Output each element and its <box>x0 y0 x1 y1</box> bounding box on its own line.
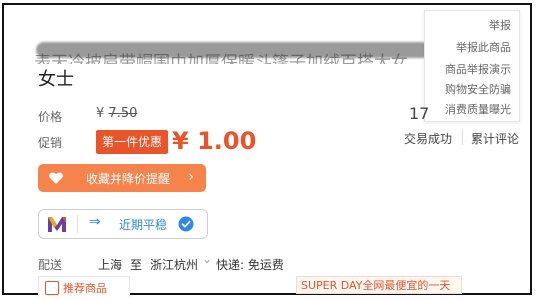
shipping-destination[interactable]: 浙江杭州 <box>150 256 198 273</box>
original-price-value: 7.50 <box>108 106 138 121</box>
sold-count: 17 <box>409 104 430 123</box>
recommend-icon <box>45 281 59 295</box>
price-trend-pill[interactable]: ⇒ 近期平稳 <box>38 209 208 239</box>
deals-count-link[interactable]: 交易成功 <box>404 130 452 147</box>
report-menu-item[interactable]: 举报此商品 <box>456 39 511 55</box>
original-price: ¥ 7.50 <box>96 106 137 121</box>
product-title-line2: 女士 <box>38 69 74 90</box>
shipping-label: 配送 <box>38 258 63 272</box>
promo-price: ¥ 1.00 <box>172 127 256 155</box>
stats-divider <box>462 129 463 145</box>
promo-badge: 第一件优惠 <box>96 130 168 154</box>
chevron-right-icon: › <box>188 169 194 185</box>
price-label: 价格 <box>38 110 63 124</box>
super-day-banner[interactable]: SUPER DAY全网最便宜的一天 <box>296 276 462 294</box>
product-title-fragment: 表天冷披肩带帽围巾加厚保暖斗篷子加绒百搭大女 <box>34 53 408 64</box>
report-menu-item[interactable]: 商品举报演示 <box>445 61 511 77</box>
chevron-down-icon[interactable]: ⌄ <box>202 252 212 266</box>
recommend-tab[interactable]: 推荐商品 <box>38 276 130 297</box>
reviews-count-link[interactable]: 累计评论 <box>471 130 519 147</box>
promo-label: 促销 <box>38 136 63 150</box>
m-logo-icon <box>48 217 66 232</box>
promo-currency: ¥ <box>172 127 189 155</box>
shipping-to-word: 至 <box>130 258 143 272</box>
favorite-price-alert-button[interactable]: 收藏并降价提醒 › <box>38 164 206 192</box>
report-dropdown: 举报 举报此商品 商品举报演示 购物安全防骗 消费质量曝光 <box>424 10 520 122</box>
recommend-label: 推荐商品 <box>63 282 107 295</box>
shipping-from: 上海 <box>98 258 123 272</box>
check-circle-icon <box>178 216 194 232</box>
trend-divider <box>77 215 78 233</box>
promo-price-value: 1.00 <box>197 127 257 155</box>
shipping-method: 快递: 免运费 <box>216 258 284 272</box>
heart-icon <box>49 172 63 184</box>
report-menu-item[interactable]: 举报 <box>489 17 511 33</box>
report-menu-item[interactable]: 消费质量曝光 <box>445 101 511 117</box>
report-menu-item[interactable]: 购物安全防骗 <box>445 81 511 97</box>
trend-label: 近期平稳 <box>119 218 168 232</box>
favorite-button-label: 收藏并降价提醒 <box>86 172 171 186</box>
currency-symbol: ¥ <box>96 106 105 121</box>
arrow-right-icon: ⇒ <box>89 214 101 230</box>
